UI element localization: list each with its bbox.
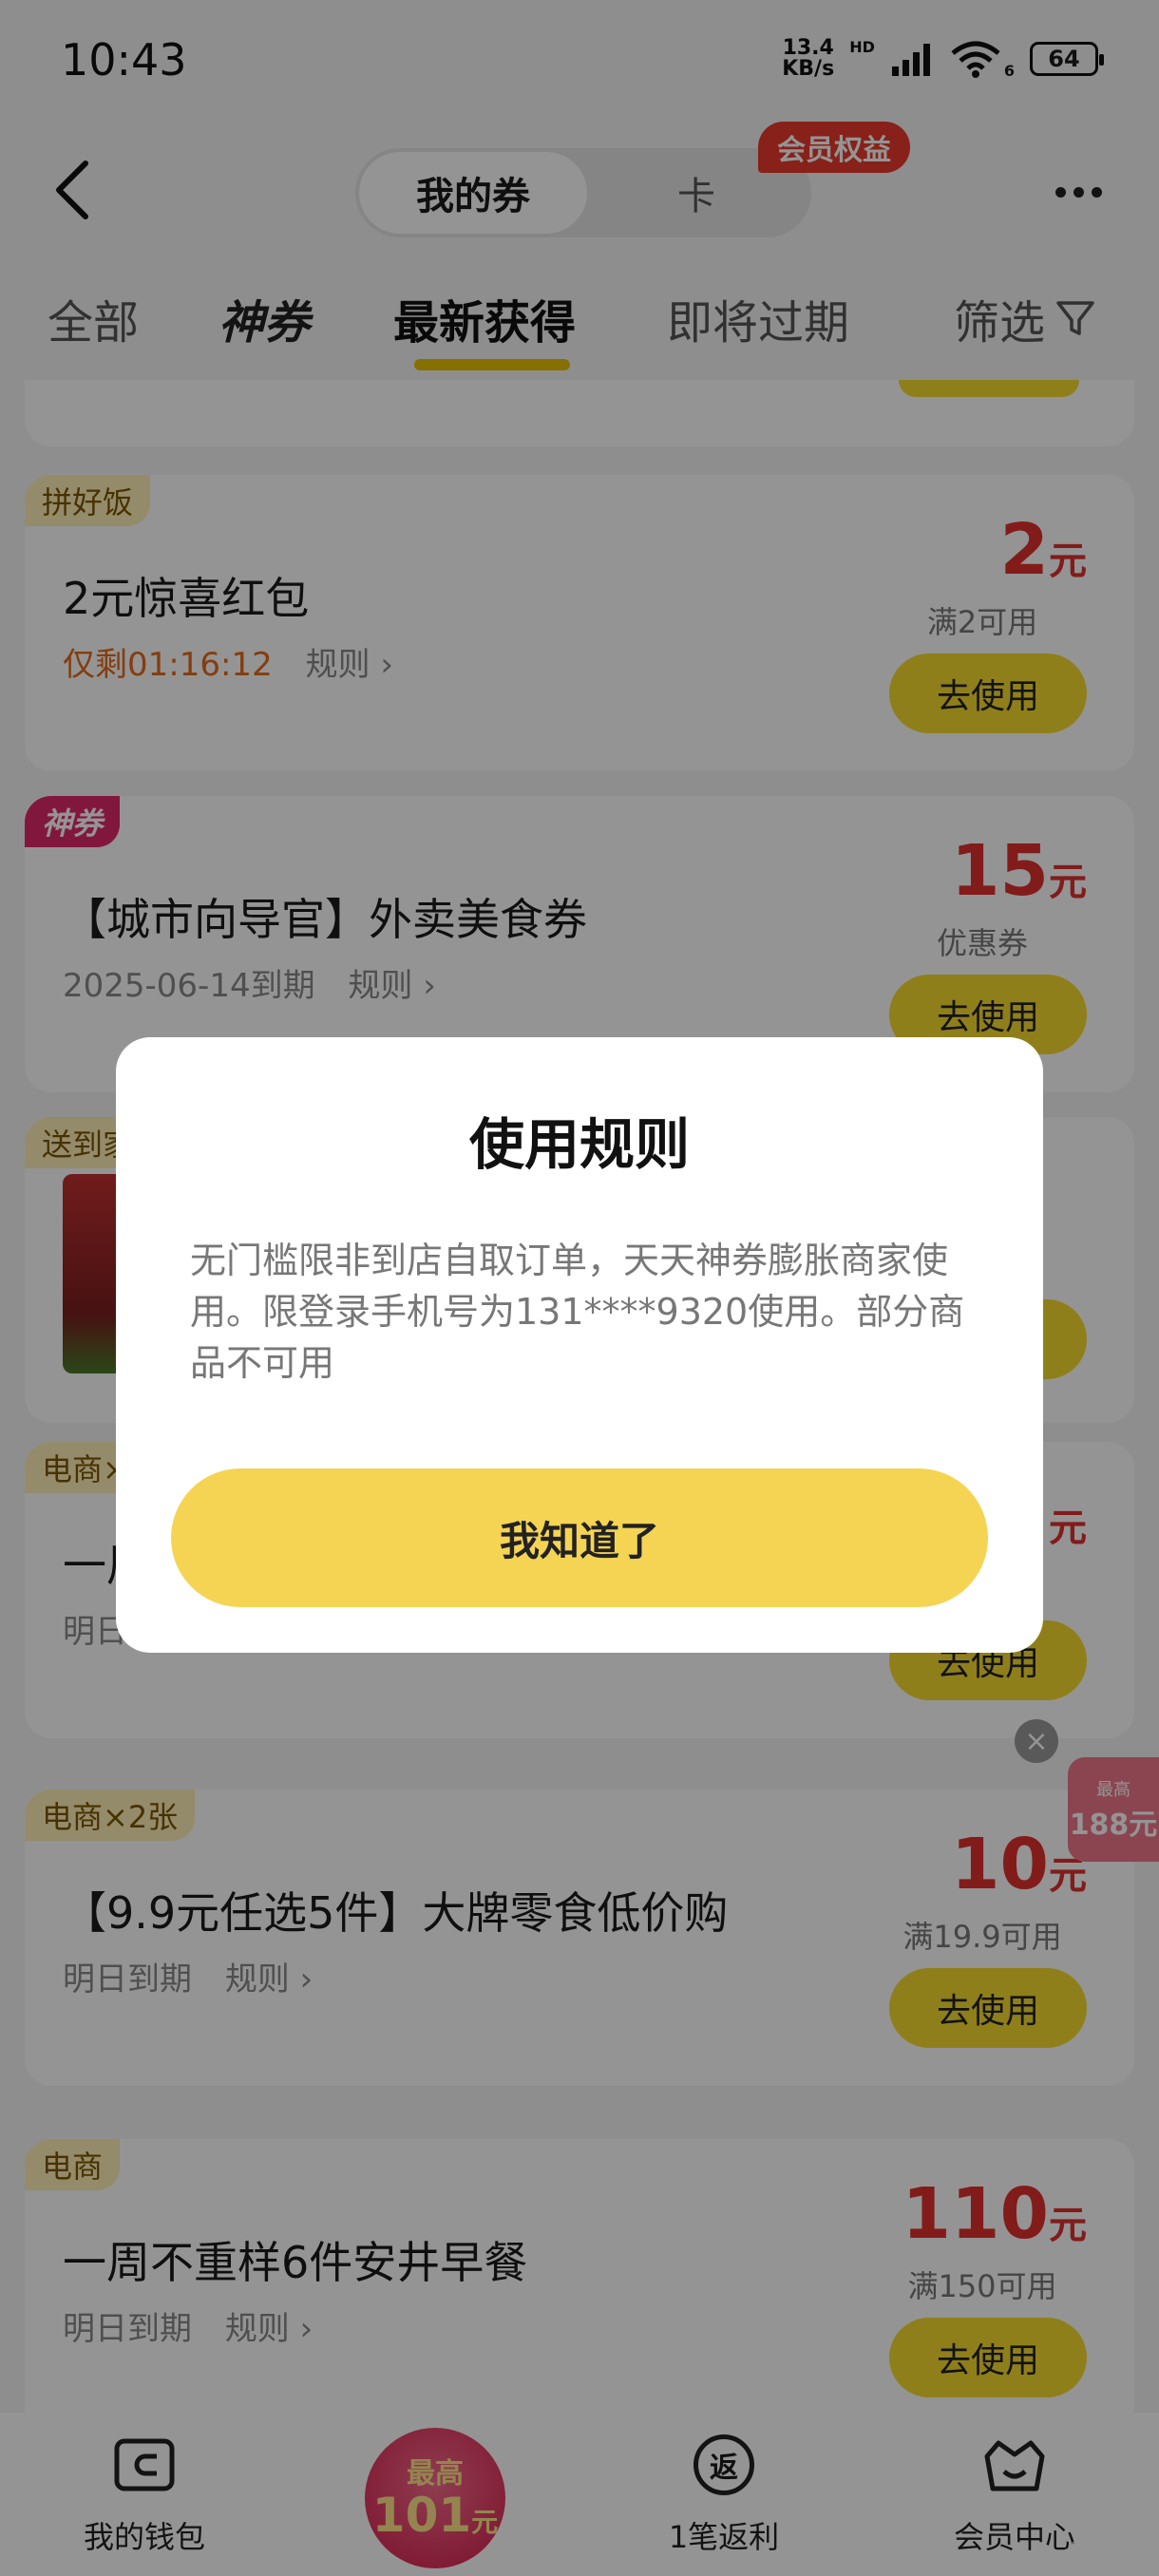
dialog-body: 无门槛限非到店自取订单，天天神券膨胀商家使用。限登录手机号为131****932… (190, 1240, 965, 1384)
dialog-confirm-button[interactable]: 我知道了 (171, 1468, 988, 1607)
dialog-title: 使用规则 (468, 1112, 690, 1177)
